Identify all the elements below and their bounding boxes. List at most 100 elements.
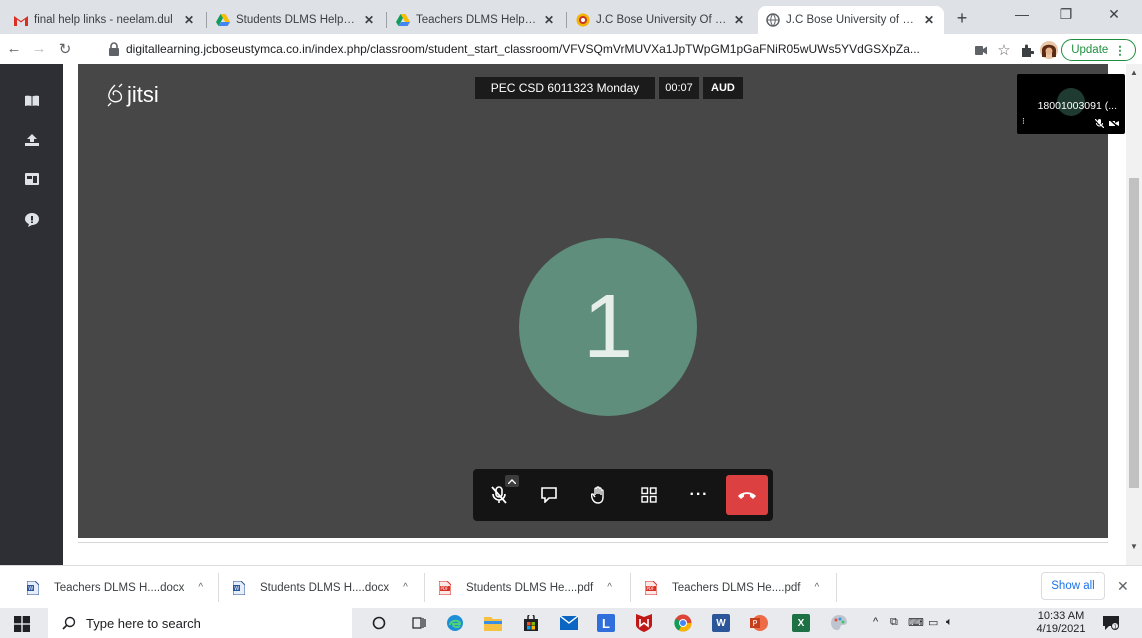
close-icon[interactable]: ✕ [1117, 578, 1129, 595]
scroll-down-icon[interactable]: ▼ [1130, 542, 1138, 551]
download-item[interactable]: W Students DLMS H....docx ^ [232, 566, 408, 609]
more-actions-button[interactable]: ··· [683, 479, 715, 511]
thumbnail-name: 18001003091 (... [1037, 100, 1117, 112]
chat-button[interactable] [533, 479, 565, 511]
address-bar[interactable]: digitallearning.jcboseustymca.co.in/inde… [108, 37, 953, 61]
back-arrow-icon[interactable]: ← [4, 40, 24, 57]
video-off-icon [1109, 119, 1119, 128]
chat-icon [541, 487, 557, 503]
chevron-up-icon[interactable] [505, 475, 519, 487]
close-tab-icon[interactable]: ✕ [922, 13, 936, 27]
star-icon[interactable]: ☆ [995, 41, 1013, 59]
svg-text:W: W [234, 586, 239, 592]
store-icon[interactable] [522, 614, 540, 632]
reload-icon[interactable]: ↻ [55, 40, 75, 58]
pdf-icon: PDF [438, 580, 452, 596]
keyboard-icon[interactable]: ⌨ [908, 616, 924, 629]
file-explorer-icon[interactable] [484, 614, 502, 632]
phone-hangup-icon [738, 492, 756, 499]
extensions-icon[interactable] [1018, 41, 1036, 59]
windows-start-icon[interactable] [14, 616, 30, 632]
more-horiz-icon: ··· [689, 486, 709, 503]
new-tab-button[interactable]: + [950, 8, 974, 29]
tab-jcbose-1[interactable]: J.C Bose University Of Scien ✕ [568, 6, 754, 34]
download-shelf: W Teachers DLMS H....docx ^ W Students D… [0, 565, 1142, 608]
minimize-button[interactable]: — [1000, 6, 1044, 22]
book-icon[interactable] [24, 92, 40, 108]
thumbnail-menu-icon[interactable]: ⁝ [1022, 116, 1025, 127]
close-tab-icon[interactable]: ✕ [732, 13, 746, 27]
close-tab-icon[interactable]: ✕ [542, 13, 556, 27]
muted-mic-icon [1095, 119, 1104, 128]
chevron-up-icon[interactable]: ^ [198, 582, 203, 593]
excel-icon[interactable]: X [792, 614, 810, 632]
edge-browser-icon[interactable] [446, 614, 464, 632]
word-doc-icon: W [232, 580, 246, 596]
room-name: PEC CSD 6011323 Monday [475, 77, 655, 99]
tray-app-icon[interactable]: ⧉ [890, 616, 898, 629]
forward-arrow-icon[interactable]: → [29, 40, 49, 57]
site-icon [576, 13, 590, 27]
mcafee-icon[interactable] [635, 614, 653, 632]
drive-icon [216, 13, 230, 27]
left-sidebar [0, 64, 63, 565]
tile-view-button[interactable] [633, 479, 665, 511]
update-button[interactable]: Update ⋮ [1061, 39, 1136, 61]
camera-icon[interactable] [972, 41, 990, 59]
svg-text:W: W [28, 586, 33, 592]
task-view-icon[interactable] [410, 614, 428, 632]
app-l-icon[interactable]: L [597, 614, 615, 632]
hangup-button[interactable] [726, 475, 768, 515]
audio-only-badge: AUD [703, 77, 743, 99]
chevron-up-icon[interactable]: ^ [607, 582, 612, 593]
participant-thumbnail[interactable]: 18001003091 (... ⁝ [1017, 74, 1125, 134]
chat-icon[interactable] [24, 212, 40, 228]
jitsi-logo-icon [107, 83, 123, 107]
mail-icon[interactable] [560, 614, 578, 632]
download-item[interactable]: PDF Teachers DLMS He....pdf ^ [644, 566, 819, 609]
download-item[interactable]: W Teachers DLMS H....docx ^ [26, 566, 203, 609]
tab-jcbose-active[interactable]: J.C Bose University of Scien ✕ [758, 6, 944, 34]
page-scrollbar[interactable]: ▲ ▼ [1126, 64, 1142, 565]
system-clock[interactable]: 10:33 AM 4/19/2021 [1036, 610, 1086, 636]
chevron-up-icon[interactable]: ^ [814, 582, 819, 593]
tray-chevron-icon[interactable]: ^ [873, 616, 878, 628]
globe-icon [766, 13, 780, 27]
board-icon[interactable] [24, 171, 40, 187]
volume-icon[interactable]: 🔈︎ [946, 616, 953, 629]
gmail-icon [14, 13, 28, 27]
tab-students-help-book[interactable]: Students DLMS Help Book.p ✕ [208, 6, 384, 34]
close-tab-icon[interactable]: ✕ [182, 13, 196, 27]
powerpoint-icon[interactable]: P [750, 614, 768, 632]
word-doc-icon: W [26, 580, 40, 596]
call-toolbar: ··· [473, 469, 773, 521]
jitsi-logo: jitsi [105, 82, 159, 108]
word-icon[interactable]: W [712, 614, 730, 632]
download-item[interactable]: PDF Students DLMS He....pdf ^ [438, 566, 612, 609]
scroll-up-icon[interactable]: ▲ [1130, 68, 1138, 77]
upload-icon[interactable] [24, 132, 40, 148]
chevron-up-icon[interactable]: ^ [403, 582, 408, 593]
chrome-icon[interactable] [674, 614, 692, 632]
raise-hand-button[interactable] [583, 479, 615, 511]
profile-avatar[interactable] [1040, 41, 1058, 59]
restore-button[interactable]: ❐ [1044, 6, 1088, 23]
notifications-icon[interactable]: 1 [1103, 616, 1119, 635]
close-window-button[interactable]: ✕ [1092, 6, 1136, 23]
page-viewport: jitsi PEC CSD 6011323 Monday 00:07 AUD 1… [0, 64, 1142, 565]
windows-taskbar: Type here to search L W P X ^ ⧉ ⌨ ▭ 🔈︎ 1 [0, 608, 1142, 638]
muted-mic-icon [491, 486, 507, 504]
cortana-icon[interactable] [370, 614, 388, 632]
close-tab-icon[interactable]: ✕ [362, 13, 376, 27]
taskbar-search-input[interactable]: Type here to search [48, 608, 352, 638]
tab-gmail[interactable]: final help links - neelam.dul ✕ [6, 6, 204, 34]
paint-icon[interactable] [830, 614, 848, 632]
battery-icon[interactable]: ▭ [928, 616, 938, 629]
pdf-icon: PDF [644, 580, 658, 596]
video-stage[interactable]: jitsi PEC CSD 6011323 Monday 00:07 AUD 1… [78, 64, 1125, 538]
show-all-button[interactable]: Show all [1041, 572, 1105, 600]
tab-teachers-help-book[interactable]: Teachers DLMS Help Book ✕ [388, 6, 564, 34]
microphone-button[interactable] [483, 475, 519, 511]
tab-strip: final help links - neelam.dul ✕ Students… [0, 0, 1142, 34]
scrollbar-thumb[interactable] [1129, 178, 1139, 488]
